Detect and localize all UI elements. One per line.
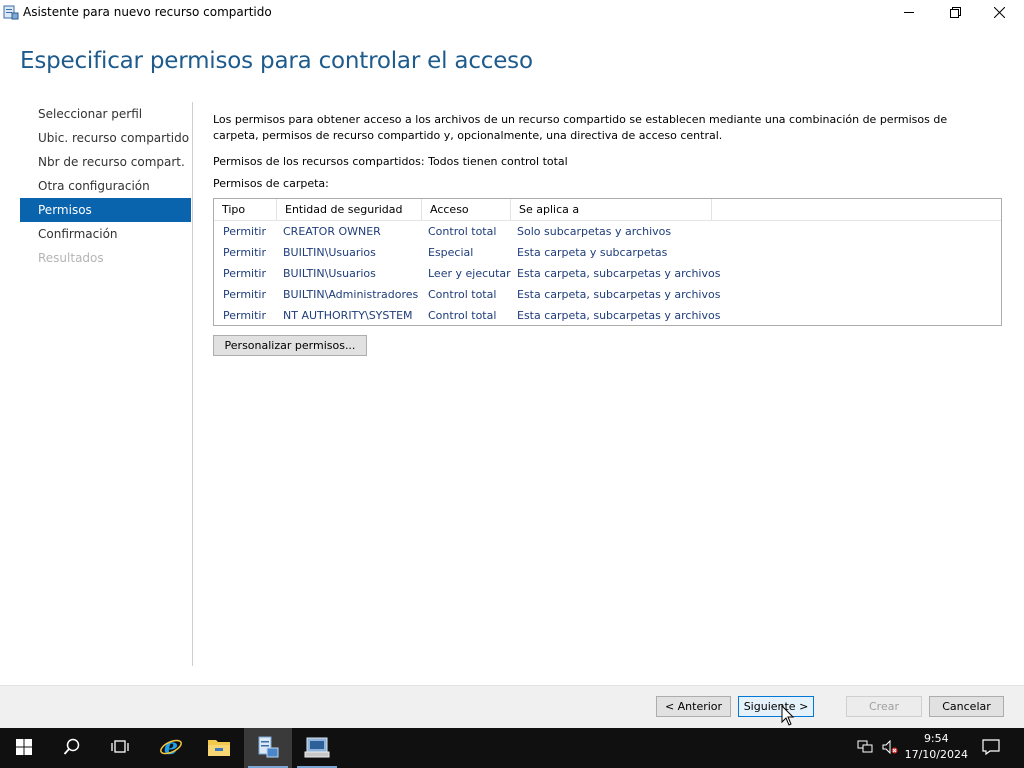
create-button: Crear <box>846 696 922 717</box>
cell-se-aplica-a: Esta carpeta y subcarpetas <box>517 246 668 259</box>
cell-acceso: Leer y ejecutar <box>428 267 511 280</box>
notification-center-icon <box>982 738 1000 758</box>
cell-entidad: BUILTIN\Usuarios <box>283 246 376 259</box>
cancel-button[interactable]: Cancelar <box>929 696 1004 717</box>
nav-item-nombre[interactable]: Nbr de recurso compart. <box>20 150 191 174</box>
start-button[interactable] <box>0 728 48 768</box>
table-row[interactable]: Permitir BUILTIN\Usuarios Especial Esta … <box>214 242 1001 263</box>
search-button[interactable] <box>48 728 96 768</box>
minimize-button[interactable] <box>886 0 932 24</box>
cell-tipo: Permitir <box>223 225 267 238</box>
restore-button[interactable] <box>932 0 978 24</box>
cell-entidad: NT AUTHORITY\SYSTEM <box>283 309 413 322</box>
share-permissions-text: Permisos de los recursos compartidos: To… <box>213 155 568 168</box>
share-wizard-icon <box>256 735 280 762</box>
table-row[interactable]: Permitir NT AUTHORITY\SYSTEM Control tot… <box>214 305 1001 326</box>
column-header-se-aplica-a[interactable]: Se aplica a <box>511 199 712 220</box>
permissions-description: Los permisos para obtener acceso a los a… <box>213 113 948 142</box>
notifications-button[interactable] <box>968 728 1014 768</box>
nav-item-otra-configuracion[interactable]: Otra configuración <box>20 174 191 198</box>
close-icon <box>993 6 1005 18</box>
cell-acceso: Control total <box>428 309 497 322</box>
column-header-tipo[interactable]: Tipo <box>214 199 277 220</box>
cell-se-aplica-a: Esta carpeta, subcarpetas y archivos <box>517 309 721 322</box>
nav-item-confirmacion[interactable]: Confirmación <box>20 222 191 246</box>
table-row[interactable]: Permitir BUILTIN\Usuarios Leer y ejecuta… <box>214 263 1001 284</box>
cell-acceso: Especial <box>428 246 474 259</box>
search-icon <box>63 738 81 759</box>
volume-muted-icon <box>882 739 898 757</box>
nav-item-seleccionar-perfil[interactable]: Seleccionar perfil <box>20 102 191 126</box>
minimize-icon <box>904 7 914 17</box>
table-row[interactable]: Permitir BUILTIN\Administradores Control… <box>214 284 1001 305</box>
cell-acceso: Control total <box>428 225 497 238</box>
cell-entidad: BUILTIN\Administradores <box>283 288 419 301</box>
cell-entidad: CREATOR OWNER <box>283 225 381 238</box>
network-tray-button[interactable] <box>852 728 878 768</box>
file-explorer-button[interactable] <box>195 728 243 768</box>
table-row[interactable]: Permitir CREATOR OWNER Control total Sol… <box>214 221 1001 242</box>
folder-permissions-label: Permisos de carpeta: <box>213 177 329 190</box>
cell-tipo: Permitir <box>223 267 267 280</box>
svg-text:e: e <box>164 735 178 759</box>
cell-entidad: BUILTIN\Usuarios <box>283 267 376 280</box>
column-header-entidad[interactable]: Entidad de seguridad <box>277 199 422 220</box>
windows-start-icon <box>16 738 32 758</box>
internet-explorer-button[interactable]: e <box>147 728 195 768</box>
close-button[interactable] <box>976 0 1022 24</box>
cell-tipo: Permitir <box>223 309 267 322</box>
cell-acceso: Control total <box>428 288 497 301</box>
file-explorer-icon <box>207 737 231 760</box>
nav-item-permisos[interactable]: Permisos <box>20 198 191 222</box>
cell-se-aplica-a: Solo subcarpetas y archivos <box>517 225 672 238</box>
title-bar: Asistente para nuevo recurso compartido <box>0 0 1024 24</box>
mouse-cursor-icon <box>781 704 795 730</box>
folder-permissions-table[interactable]: Tipo Entidad de seguridad Acceso Se apli… <box>213 198 1002 326</box>
column-header-acceso[interactable]: Acceso <box>422 199 511 220</box>
back-button[interactable]: < Anterior <box>656 696 731 717</box>
taskbar: e 9:54 17/10/2024 <box>0 728 1024 768</box>
task-view-button[interactable] <box>96 728 144 768</box>
server-manager-button[interactable] <box>293 728 341 768</box>
nav-item-resultados: Resultados <box>38 251 104 265</box>
wizard-nav: Seleccionar perfil Ubic. recurso compart… <box>20 102 191 270</box>
taskbar-clock[interactable]: 9:54 17/10/2024 <box>905 731 968 763</box>
share-wizard-icon <box>3 4 19 20</box>
volume-tray-button[interactable] <box>878 728 902 768</box>
task-view-icon <box>111 739 129 758</box>
cell-tipo: Permitir <box>223 246 267 259</box>
nav-divider <box>192 102 193 666</box>
nav-item-ubicacion[interactable]: Ubic. recurso compartido <box>20 126 191 150</box>
restore-icon <box>949 6 961 18</box>
table-header: Tipo Entidad de seguridad Acceso Se apli… <box>214 199 1001 221</box>
cell-se-aplica-a: Esta carpeta, subcarpetas y archivos <box>517 288 721 301</box>
network-icon <box>857 740 873 757</box>
server-manager-icon <box>304 735 330 762</box>
clock-time: 9:54 <box>923 732 949 745</box>
clock-date: 17/10/2024 <box>904 748 968 761</box>
share-wizard-taskbar-button[interactable] <box>244 728 292 768</box>
page-title: Especificar permisos para controlar el a… <box>20 48 533 74</box>
cell-se-aplica-a: Esta carpeta, subcarpetas y archivos <box>517 267 721 280</box>
internet-explorer-icon: e <box>159 734 183 762</box>
customize-permissions-button[interactable]: Personalizar permisos... <box>213 335 367 356</box>
cell-tipo: Permitir <box>223 288 267 301</box>
window-title: Asistente para nuevo recurso compartido <box>23 5 272 19</box>
next-button[interactable]: Siguiente > <box>738 696 814 717</box>
